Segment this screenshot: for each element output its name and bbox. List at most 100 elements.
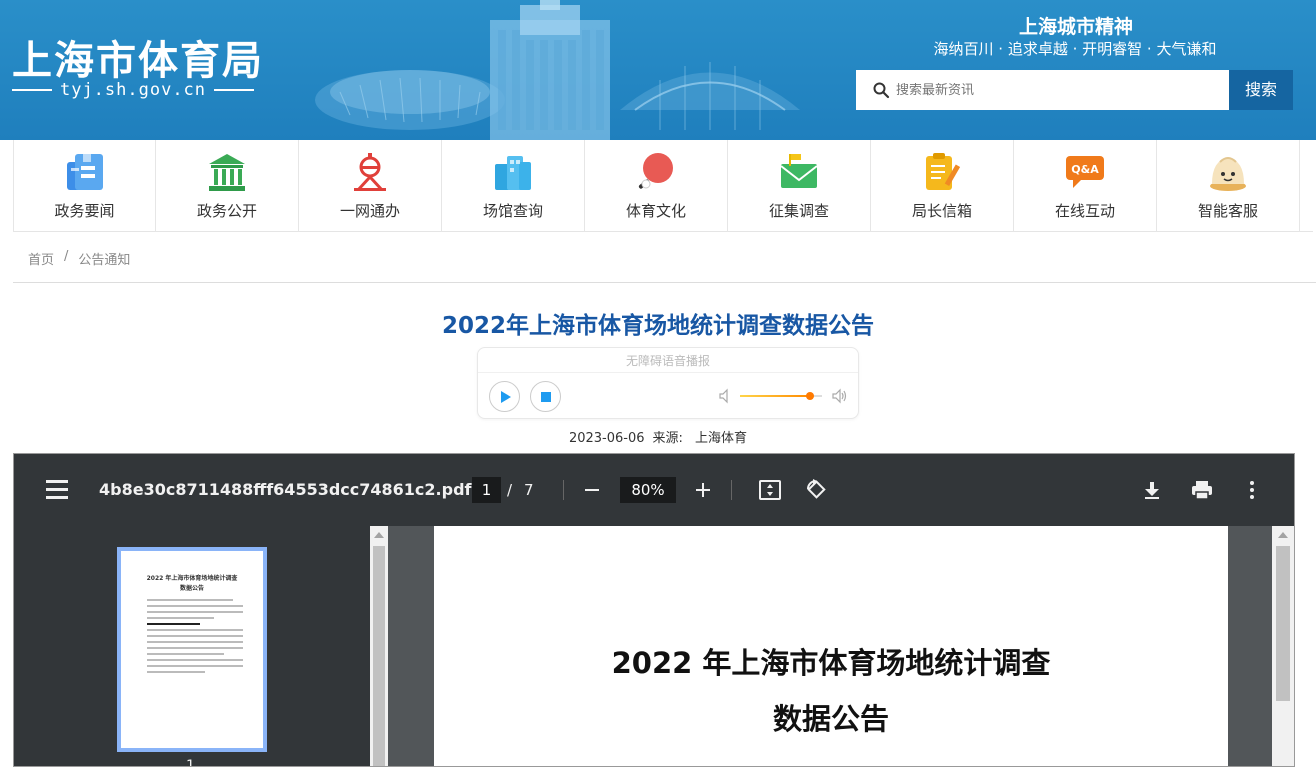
audio-label: 无障碍语音播报 (625, 354, 710, 368)
scroll-up-arrow[interactable] (374, 532, 384, 538)
sidebar-menu-button[interactable] (46, 480, 68, 500)
minus-icon (585, 489, 599, 491)
main-nav: 政务要闻 政务公开 一网通办 场馆查询 体育文化 征集调查 局长信箱 Q&A 在… (13, 140, 1313, 232)
audio-divider (478, 372, 858, 373)
logo-url: tyj.sh.gov.cn (12, 80, 254, 100)
scrollbar-thumb[interactable] (1276, 546, 1290, 701)
menu-bar (46, 480, 68, 483)
clipboard-pencil-icon (926, 153, 961, 190)
thumbnail-subtitle: 数据公告 (179, 585, 204, 592)
menu-bar (46, 496, 68, 499)
table-tennis-icon (638, 153, 673, 189)
breadcrumb-separator: / (64, 249, 69, 264)
volume-up-icon[interactable] (831, 388, 847, 404)
article-date: 2023-06-06 (568, 431, 645, 446)
logo-url-text: tyj.sh.gov.cn (59, 80, 207, 100)
venue-building-icon (495, 156, 531, 190)
zoom-in-button[interactable] (689, 476, 717, 504)
zoom-out-button[interactable] (578, 476, 606, 504)
pdf-toolbar: 4b8e30c8711488fff64553dcc74861c2.pdf 1 /… (14, 454, 1294, 526)
logo-text: 上海市体育局 (12, 37, 264, 84)
nav-item-news[interactable]: 政务要闻 (13, 140, 156, 232)
page-number-input[interactable]: 1 (472, 477, 501, 503)
plus-icon (696, 483, 710, 497)
skyline-illustration (315, 0, 800, 140)
thumbnail-page-number: 1 (186, 758, 195, 767)
government-building-icon (209, 154, 245, 191)
site-logo[interactable]: 上海市体育局 tyj.sh.gov.cn (12, 28, 262, 108)
nav-label: 政务公开 (196, 202, 257, 220)
volume-fill (740, 395, 810, 397)
fit-to-page-icon (759, 480, 781, 500)
print-icon (1192, 481, 1212, 500)
nav-item-sports-culture[interactable]: 体育文化 (585, 140, 728, 232)
stop-icon (540, 391, 551, 402)
download-button[interactable] (1138, 476, 1166, 504)
nav-label: 局长信箱 (911, 202, 972, 220)
nav-label: 一网通办 (339, 202, 400, 220)
nav-item-open-government[interactable]: 政务公开 (156, 140, 299, 232)
divider (13, 282, 1316, 283)
page-separator: / (507, 481, 513, 499)
toolbar-divider (731, 480, 732, 500)
rotate-counterclockwise-icon (806, 479, 826, 499)
play-icon (500, 390, 511, 403)
search-button[interactable]: 搜索 (1229, 70, 1293, 110)
volume-knob[interactable] (805, 392, 814, 400)
scrollbar-thumb[interactable] (373, 546, 385, 766)
logo-dash-right (214, 89, 254, 91)
slogan-subtitle: 海纳百川 · 追求卓越 · 开明睿智 · 大气谦和 (933, 40, 1217, 58)
nav-label: 智能客服 (1197, 202, 1258, 220)
more-vertical-icon (1250, 481, 1254, 499)
nav-item-online-interaction[interactable]: Q&A 在线互动 (1014, 140, 1157, 232)
nav-item-director-mailbox[interactable]: 局长信箱 (871, 140, 1014, 232)
site-header: 上海市体育局 tyj.sh.gov.cn 上海城市精神 海纳百川 · 追求卓越 … (0, 0, 1316, 140)
nav-item-smart-service[interactable]: 智能客服 (1157, 140, 1300, 232)
search-box[interactable] (856, 70, 1229, 110)
zoom-level-input[interactable]: 80% (620, 477, 676, 503)
breadcrumb-current-link[interactable]: 公告通知 (78, 249, 130, 268)
one-net-service-icon (354, 153, 386, 192)
nav-label: 体育文化 (625, 202, 686, 220)
page-title-line1: 2022 年上海市体育场地统计调查 (611, 646, 1051, 680)
scroll-up-arrow[interactable] (1278, 532, 1288, 538)
more-options-button[interactable] (1238, 476, 1266, 504)
article-source: 上海体育 (695, 431, 748, 446)
thumbnail-title: 2022 年上海市体育场地统计调查 (146, 575, 238, 582)
search-input[interactable] (896, 82, 1216, 98)
download-icon (1145, 482, 1159, 499)
qa-chat-icon: Q&A (1066, 156, 1104, 188)
pdf-page: 2022 年上海市体育场地统计调查 数据公告 (434, 526, 1228, 766)
breadcrumb-home-link[interactable]: 首页 (28, 249, 54, 268)
nav-item-survey[interactable]: 征集调查 (728, 140, 871, 232)
article-meta: 2023-06-06 来源: 上海体育 (0, 427, 1316, 446)
envelope-flag-icon (780, 154, 818, 188)
nav-label: 征集调查 (768, 202, 829, 220)
svg-text:Q&A: Q&A (1071, 163, 1099, 176)
rotate-button[interactable] (801, 476, 829, 504)
pdf-filename: 4b8e30c8711488fff64553dcc74861c2.pdf (99, 480, 472, 499)
volume-slider[interactable] (740, 392, 822, 400)
search-icon (873, 82, 890, 99)
audio-player: 无障碍语音播报 (477, 347, 859, 419)
nav-label: 政务要闻 (54, 202, 115, 220)
volume-mute-icon[interactable] (718, 388, 734, 404)
page-thumbnail[interactable]: 2022 年上海市体育场地统计调查 数据公告 (117, 547, 267, 752)
robot-bun-icon (1210, 157, 1246, 191)
play-button[interactable] (489, 381, 520, 412)
stop-button[interactable] (530, 381, 561, 412)
logo-dash-left (12, 89, 52, 91)
pdf-viewer: 4b8e30c8711488fff64553dcc74861c2.pdf 1 /… (13, 453, 1295, 767)
print-button[interactable] (1188, 476, 1216, 504)
sidebar-scrollbar[interactable] (370, 526, 388, 766)
article-title: 2022年上海市体育场地统计调查数据公告 (441, 313, 874, 339)
thumbnail-text-lines (147, 599, 243, 677)
nav-item-venue-search[interactable]: 场馆查询 (442, 140, 585, 232)
nav-label: 场馆查询 (482, 202, 543, 220)
article-source-label: 来源: (652, 431, 683, 446)
nav-item-one-net-service[interactable]: 一网通办 (299, 140, 442, 232)
fit-page-button[interactable] (756, 476, 784, 504)
document-scrollbar[interactable] (1272, 526, 1294, 766)
breadcrumb: 首页 / 公告通知 (28, 249, 130, 268)
page-total: 7 (524, 481, 534, 499)
